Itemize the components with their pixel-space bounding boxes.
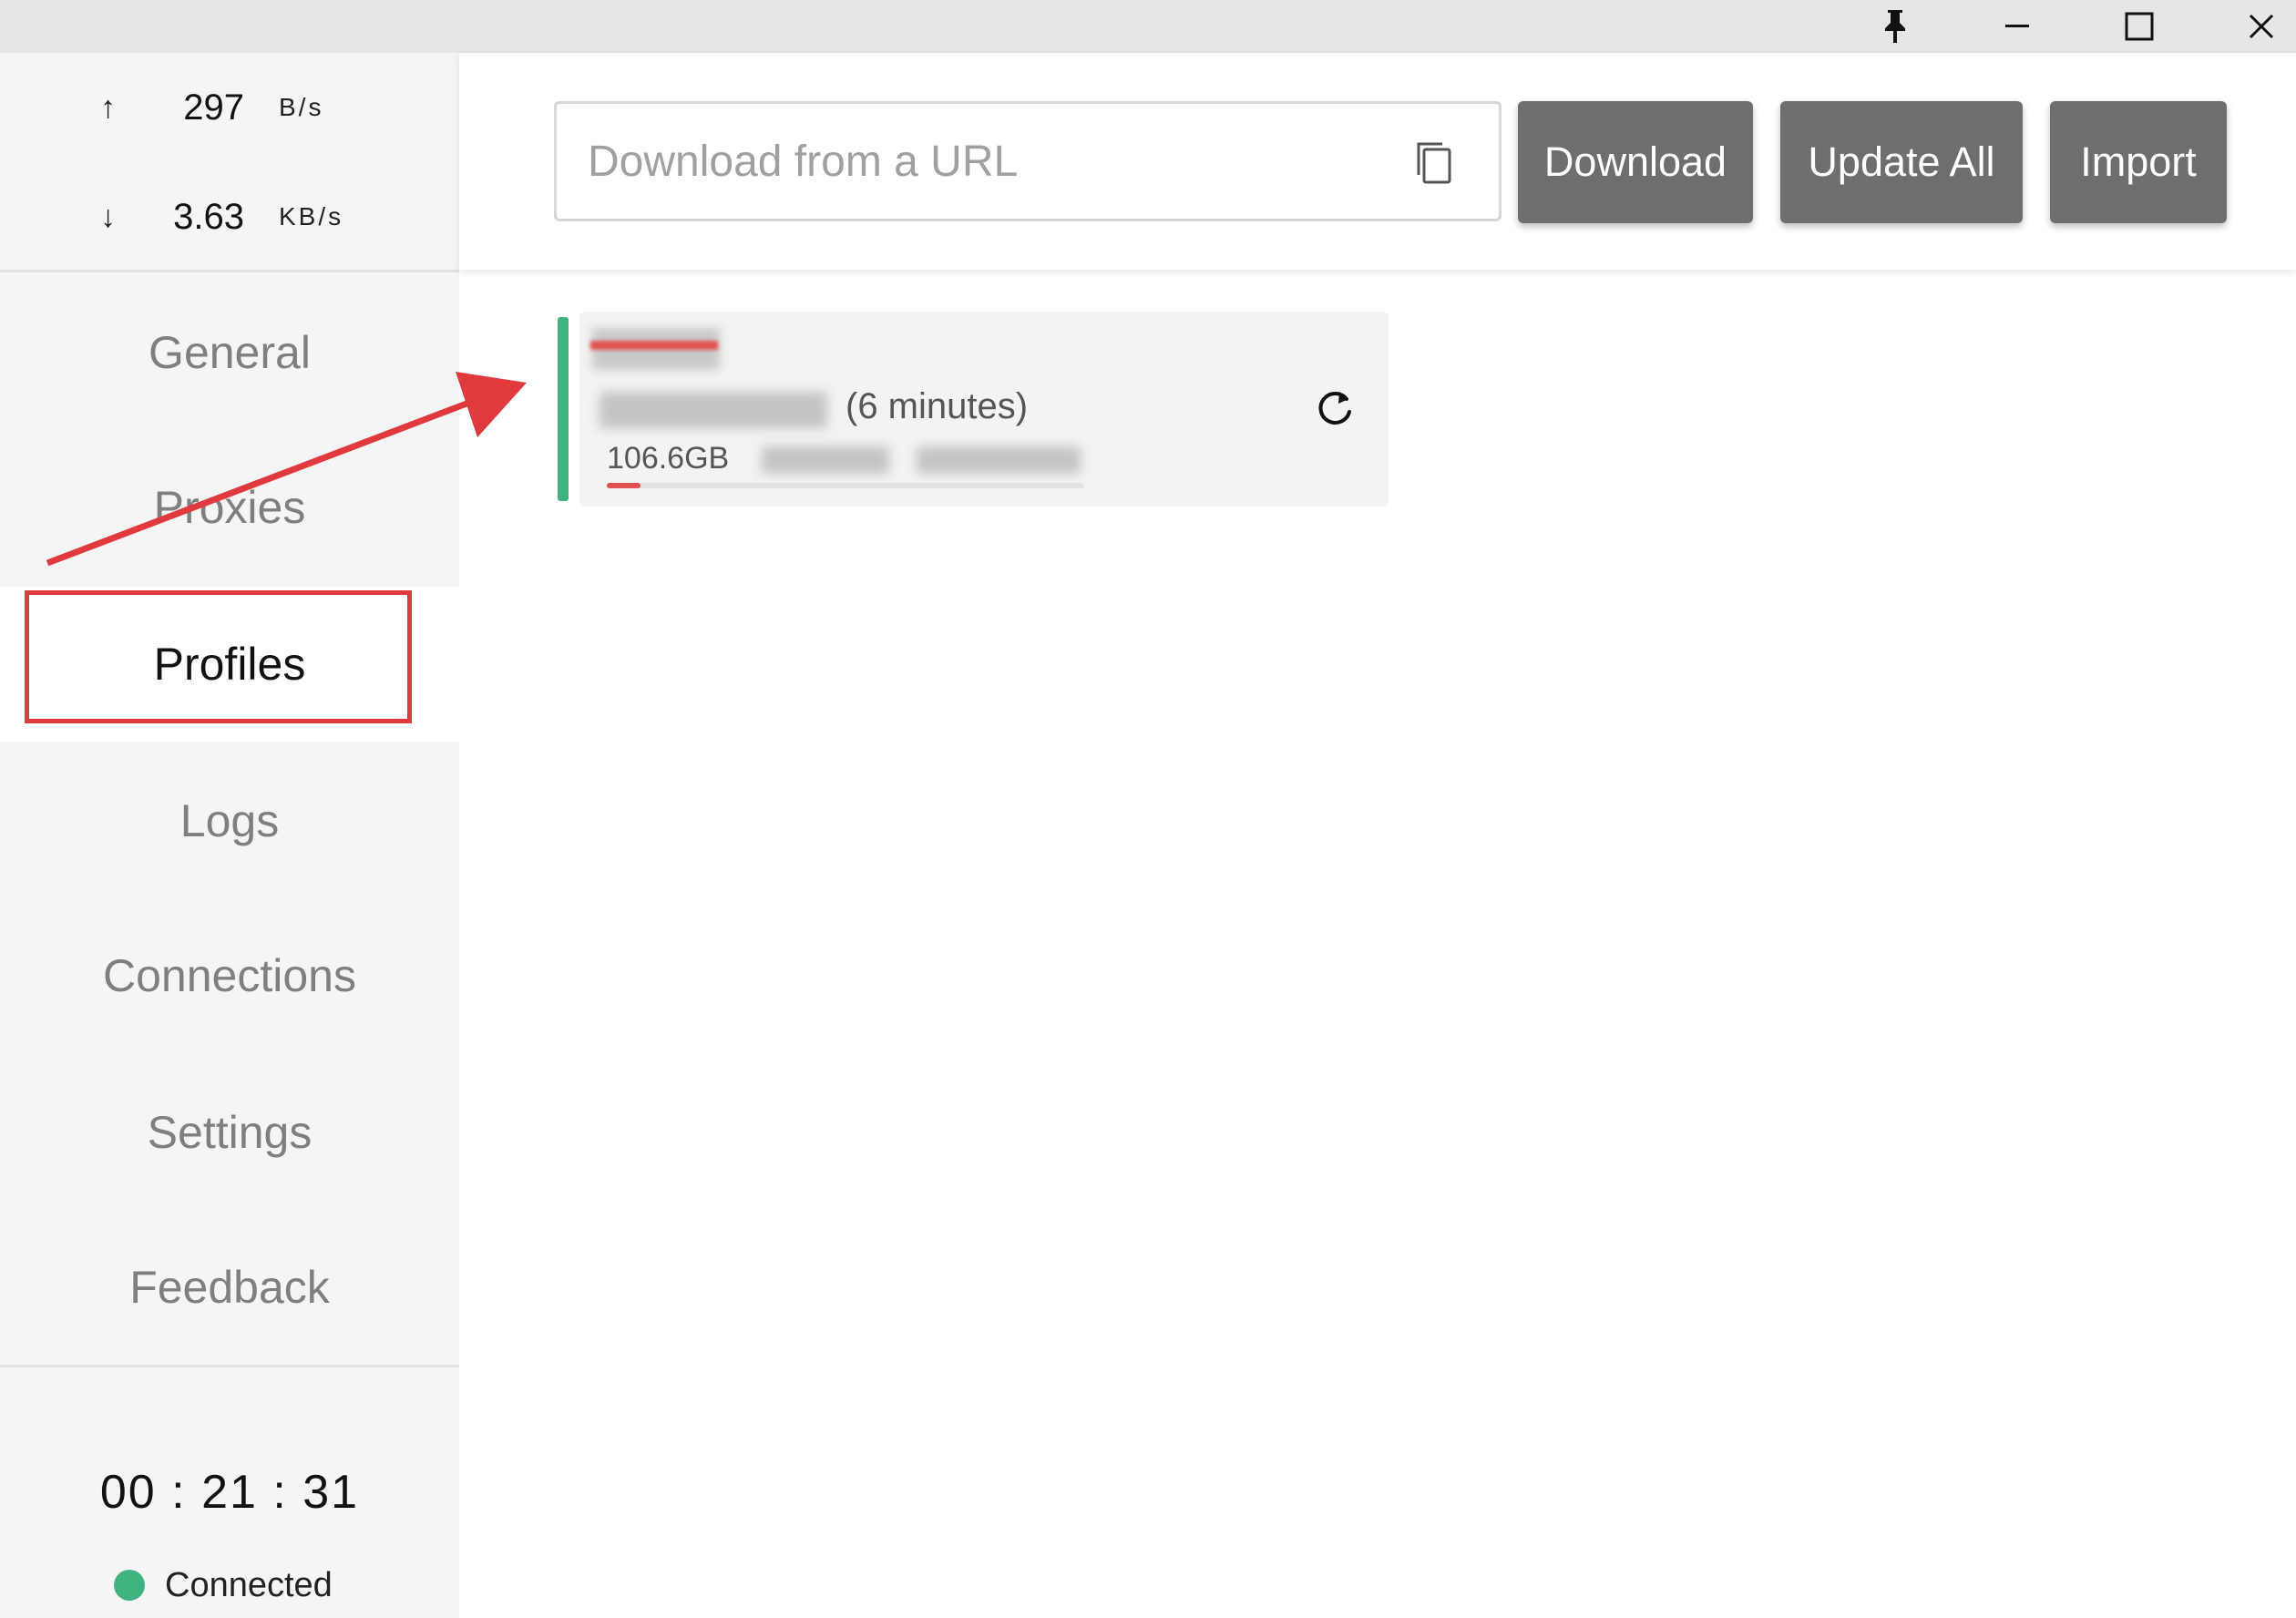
sidebar-item-connections[interactable]: Connections [0, 898, 459, 1053]
download-arrow-icon: ↓ [100, 199, 116, 234]
upload-value: 297 [183, 87, 244, 128]
sidebar-item-settings[interactable]: Settings [0, 1055, 459, 1210]
profile-url-blurred [600, 392, 827, 428]
profile-updated-time: (6 minutes) [846, 386, 1029, 426]
sidebar: ↑ 297 B/s ↓ 3.63 KB/s General Proxies Pr… [0, 53, 459, 1618]
download-value: 3.63 [173, 196, 244, 237]
profile-usage-blurred [762, 446, 889, 474]
status-dot-icon [114, 1570, 145, 1601]
import-button[interactable]: Import [2050, 101, 2227, 223]
profile-selected-indicator [558, 317, 569, 501]
sidebar-item-label: Settings [147, 1107, 313, 1158]
sidebar-item-feedback[interactable]: Feedback [0, 1210, 459, 1365]
sidebar-item-general[interactable]: General [0, 275, 459, 430]
upload-speed: ↑ 297 B/s [0, 80, 459, 135]
profile-usage-fill [607, 483, 641, 488]
download-speed: ↓ 3.63 KB/s [0, 189, 459, 244]
minimize-icon[interactable] [1972, 0, 2063, 53]
close-icon[interactable] [2216, 0, 2296, 53]
pin-icon[interactable] [1850, 0, 1941, 53]
profile-usage-bar [607, 483, 1084, 488]
profile-size: 106.6GB [607, 441, 730, 476]
title-bar [0, 0, 2296, 53]
uptime-timer: 00 : 21 : 31 [99, 1466, 360, 1519]
url-input-box[interactable] [554, 101, 1502, 221]
upload-arrow-icon: ↑ [100, 89, 116, 125]
sidebar-item-proxies[interactable]: Proxies [0, 430, 459, 585]
sidebar-item-profiles[interactable]: Profiles [0, 587, 459, 742]
url-input[interactable] [586, 135, 1391, 188]
upload-unit: B/s [279, 93, 324, 121]
paste-icon[interactable] [1411, 138, 1462, 189]
sidebar-item-label: General [149, 327, 311, 378]
download-button[interactable]: Download [1518, 101, 1753, 223]
sidebar-divider [0, 270, 459, 272]
connection-status-label: Connected [165, 1565, 333, 1604]
sidebar-item-label: Feedback [129, 1262, 330, 1313]
traffic-stats: ↑ 297 B/s ↓ 3.63 KB/s [0, 53, 459, 271]
sidebar-item-logs[interactable]: Logs [0, 743, 459, 898]
update-all-button[interactable]: Update All [1780, 101, 2023, 223]
refresh-icon[interactable] [1312, 386, 1358, 432]
connection-status: Connected [114, 1562, 333, 1608]
download-unit: KB/s [279, 202, 344, 230]
sidebar-divider [0, 1365, 459, 1367]
profile-expiry-blurred [917, 446, 1081, 474]
profile-name-redaction [590, 341, 718, 350]
sidebar-item-label: Logs [179, 795, 280, 846]
sidebar-item-label: Proxies [153, 482, 306, 533]
toolbar: Download Update All Import [459, 53, 2296, 270]
sidebar-item-label: Connections [103, 950, 356, 1001]
sidebar-item-label: Profiles [153, 639, 306, 690]
maximize-icon[interactable] [2094, 0, 2185, 53]
